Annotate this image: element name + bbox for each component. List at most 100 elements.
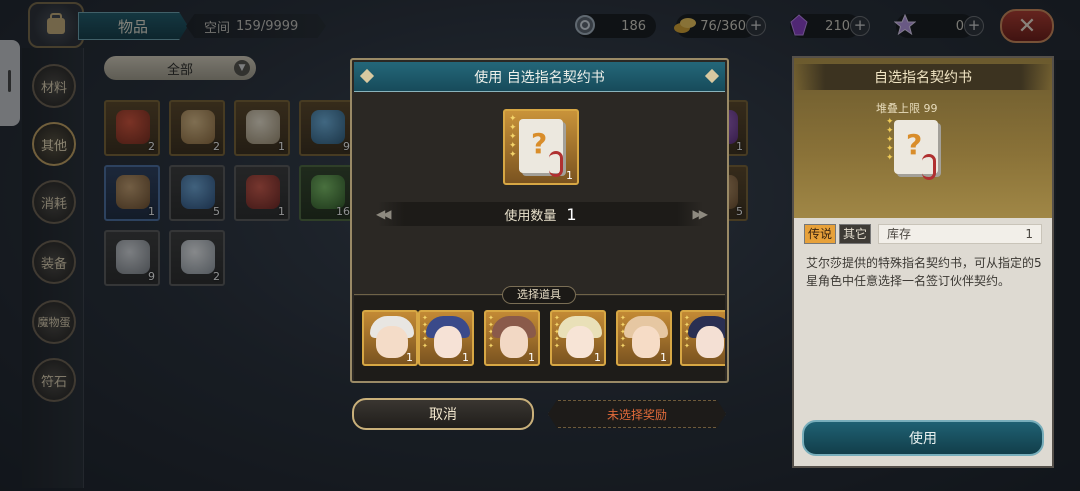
item-count: 5 [736,205,743,218]
hero-face [696,326,724,358]
hero-option[interactable]: ✦✦✦✦✦ 1 [484,310,540,366]
stock-value: 1 [1025,227,1033,241]
background-panel [1056,60,1080,460]
resource-value: 0 [955,18,964,34]
hero-option[interactable]: 1 [362,310,418,366]
resource-spiral: 186 [575,14,656,38]
sidebar-item-equipment[interactable]: 装备 [32,240,76,284]
space-value: 159/9999 [236,18,299,34]
purple-crystal-icon [784,10,814,40]
no-reward-selected-button[interactable]: 未选择奖励 [548,400,726,428]
hero-count: 1 [406,351,413,364]
top-bar: 物品 空间 159/9999 186 76/360 + 210 + 0 + ✕ [0,0,1080,52]
ribbon-icon [549,151,563,177]
resource-value: 210 [825,18,850,34]
inventory-slot[interactable]: 9 [104,230,160,286]
sidebar-item-runestones[interactable]: 符石 [32,358,76,402]
silver-pouch-icon [116,240,150,274]
item-count: 2 [148,140,155,153]
quantity-label: 使用数量 [504,208,557,224]
sidebar-item-monster-eggs[interactable]: 魔物蛋 [32,300,76,344]
quantity-bar: ◀◀ 使用数量 1 ▶▶ [376,202,708,226]
use-item-dialog: 使用 自选指名契约书 ✦ ✦ ✦ ✦ ✦ ? 1 ◀◀ 使用数量 1 ▶▶ 1 ✦ ✦ ✦ ✦… [350,58,729,383]
inventory-slot[interactable]: 9 [299,100,355,156]
inventory-slot[interactable]: 1 [104,165,160,221]
inventory-slot[interactable]: 2 [169,230,225,286]
item-count: 9 [343,140,350,153]
spiral-icon [570,10,600,40]
side-drawer-handle[interactable] [0,40,20,126]
item-count: 1 [148,205,155,218]
stock-row: 库存 1 [878,224,1042,244]
rarity-tag: 传说 [804,224,837,244]
backpack-emblem-icon [28,2,84,48]
hero-face [434,326,462,358]
scroll-bundle-icon [246,110,280,144]
red-ore-icon [246,175,280,209]
ribbon-icon [922,154,936,180]
sack-icon [116,175,150,209]
inventory-space: 空间 159/9999 [186,14,326,38]
resource-crystal: 210 + [790,14,870,38]
item-count: 1 [566,169,573,182]
add-star-gem-button[interactable]: + [964,16,984,36]
star-rating-icon: ✦ ✦ ✦ ✦ ✦ [886,117,894,163]
use-button[interactable]: 使用 [802,420,1044,456]
amulet-icon [116,110,150,144]
category-tag: 其它 [839,224,872,244]
item-count: 1 [278,140,285,153]
inventory-slot[interactable]: 2 [169,100,225,156]
sidebar-item-consumables[interactable]: 消耗 [32,180,76,224]
selected-item-slot: ✦ ✦ ✦ ✦ ✦ ? 1 [503,109,579,185]
hero-count: 1 [528,351,535,364]
item-count: 16 [336,205,350,218]
hero-option[interactable]: ✦✦✦✦✦ 1 [616,310,672,366]
hero-option[interactable]: ✦✦✦✦✦ 1 [550,310,606,366]
item-count: 1 [278,205,285,218]
item-detail-panel: 自选指名契约书 堆叠上限 99 ✦ ✦ ✦ ✦ ✦ ? 传说 其它 库存 1 艾尔莎提供… [792,56,1054,468]
choose-item-label: 选择道具 [502,286,576,304]
stock-label: 库存 [887,227,912,241]
hero-face [566,326,594,358]
page-title: 物品 [78,12,188,40]
dialog-title: 使用 自选指名契约书 [354,62,725,92]
item-count: 2 [213,140,220,153]
sidebar-item-materials[interactable]: 材料 [32,64,76,108]
item-count: 9 [148,270,155,283]
add-gold-button[interactable]: + [746,16,766,36]
inventory-slot[interactable]: 2 [104,100,160,156]
blue-ore-icon [181,175,215,209]
hero-option[interactable]: ✦✦✦✦✦ 1 [418,310,474,366]
hero-count: 1 [462,351,469,364]
star-rating-icon: ✦ ✦ ✦ ✦ ✦ [509,114,517,160]
stack-limit: 堆叠上限 99 [876,102,938,115]
inventory-slot[interactable]: 16 [299,165,355,221]
filter-value: 全部 [166,62,193,78]
resource-value: 76/360 [700,18,746,34]
chevron-left-icon: ◀◀ [376,207,392,221]
item-count: 2 [213,270,220,283]
inventory-slot[interactable]: 5 [169,165,225,221]
inventory-slot[interactable]: 1 [234,165,290,221]
quantity-value: 1 [566,204,577,224]
gold-coins-icon [670,10,700,40]
chevron-down-icon: ▼ [234,60,250,76]
filter-dropdown[interactable]: 全部 ▼ [104,56,256,80]
inventory-slot[interactable]: 1 [234,100,290,156]
resource-star-gem: 0 + [894,14,984,38]
hero-face [500,326,528,358]
resource-gold: 76/360 + [674,14,766,38]
close-button[interactable]: ✕ [1000,9,1054,43]
cancel-button[interactable]: 取消 [352,398,534,430]
hero-choice-strip: 1 ✦ ✦ ✦ ✦ ✦ 1 ✦ ✦ ✦ ✦ ✦ 1 ✦ ✦ ✦ ✦ ✦ 1 ✦ ✦ ✦ ✦ ✦ 1 ✦ ✦ ✦ ✦ ✦ [354,296,725,381]
leather-pack-icon [181,110,215,144]
add-crystal-button[interactable]: + [850,16,870,36]
blue-pendant-icon [311,110,345,144]
hero-count: 1 [594,351,601,364]
star-gem-icon [890,10,920,40]
green-ore-icon [311,175,345,209]
detail-title: 自选指名契约书 [794,64,1052,90]
sidebar-item-other[interactable]: 其他 [32,122,76,166]
hero-option[interactable]: ✦✦✦✦✦ 1 [680,310,725,366]
resource-value: 186 [621,18,646,34]
